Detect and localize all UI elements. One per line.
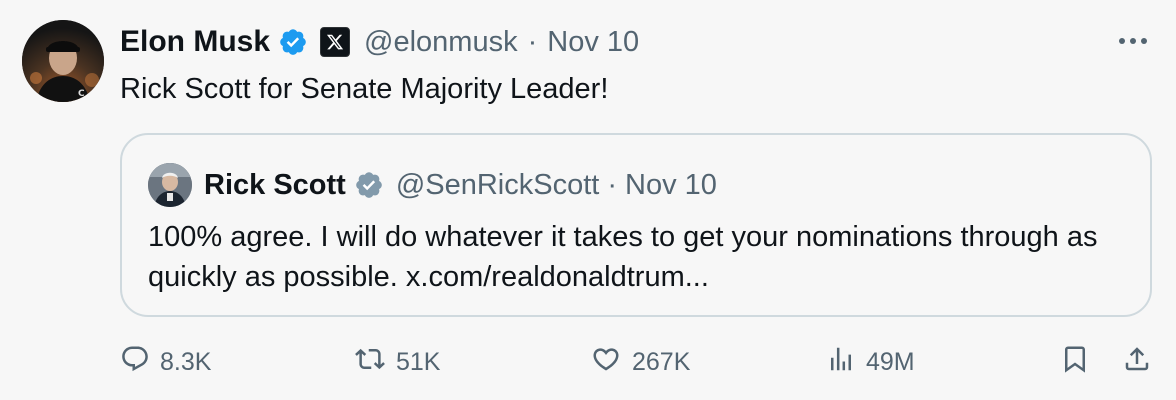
quoted-author-avatar[interactable] — [148, 163, 192, 207]
quoted-tweet-date[interactable]: Nov 10 — [625, 169, 717, 202]
reply-count: 8.3K — [160, 347, 212, 376]
share-icon — [1122, 344, 1152, 381]
more-dots-icon[interactable] — [1116, 26, 1150, 56]
svg-text:C: C — [78, 89, 85, 99]
tweet-date[interactable]: Nov 10 — [547, 26, 639, 59]
quoted-author-name[interactable]: Rick Scott — [204, 169, 346, 202]
repost-icon — [354, 344, 386, 381]
quoted-author-handle[interactable]: @SenRickScott — [396, 169, 600, 202]
tweet-text: Rick Scott for Senate Majority Leader! — [120, 73, 609, 105]
quoted-tweet-text: 100% agree. I will do whatever it takes … — [148, 221, 1098, 293]
share-button[interactable] — [1122, 340, 1152, 384]
action-bar: 8.3K 51K 267K 49M — [0, 340, 1176, 384]
heart-icon — [590, 344, 622, 381]
reply-button[interactable]: 8.3K — [120, 340, 211, 384]
quoted-header-separator: · — [607, 168, 618, 201]
repost-button[interactable]: 51K — [354, 340, 440, 384]
views-count: 49M — [866, 347, 915, 376]
author-handle[interactable]: @elonmusk — [364, 26, 518, 59]
author-avatar[interactable]: C — [22, 20, 104, 102]
tweet-header: Elon Musk @elonmusk · Nov 10 — [120, 22, 639, 62]
views-chart-icon — [826, 344, 856, 381]
verified-blue-check-icon[interactable] — [278, 27, 308, 57]
verified-gray-check-icon[interactable] — [354, 170, 384, 200]
quoted-tweet-header: Rick Scott @SenRickScott · Nov 10 — [204, 165, 717, 205]
header-separator: · — [527, 25, 538, 58]
views-button[interactable]: 49M — [826, 340, 915, 384]
bookmark-button[interactable] — [1060, 340, 1090, 384]
like-button[interactable]: 267K — [590, 340, 690, 384]
reply-icon — [120, 344, 150, 381]
quoted-tweet[interactable]: Rick Scott @SenRickScott · Nov 10 100% a… — [120, 133, 1152, 317]
x-logo-icon[interactable] — [320, 27, 351, 57]
like-count: 267K — [632, 347, 691, 376]
bookmark-icon — [1060, 344, 1090, 381]
tweet[interactable]: C Elon Musk @elonmusk · Nov 10 Rick Scot… — [0, 0, 1176, 400]
repost-count: 51K — [396, 347, 441, 376]
author-name[interactable]: Elon Musk — [120, 25, 270, 59]
